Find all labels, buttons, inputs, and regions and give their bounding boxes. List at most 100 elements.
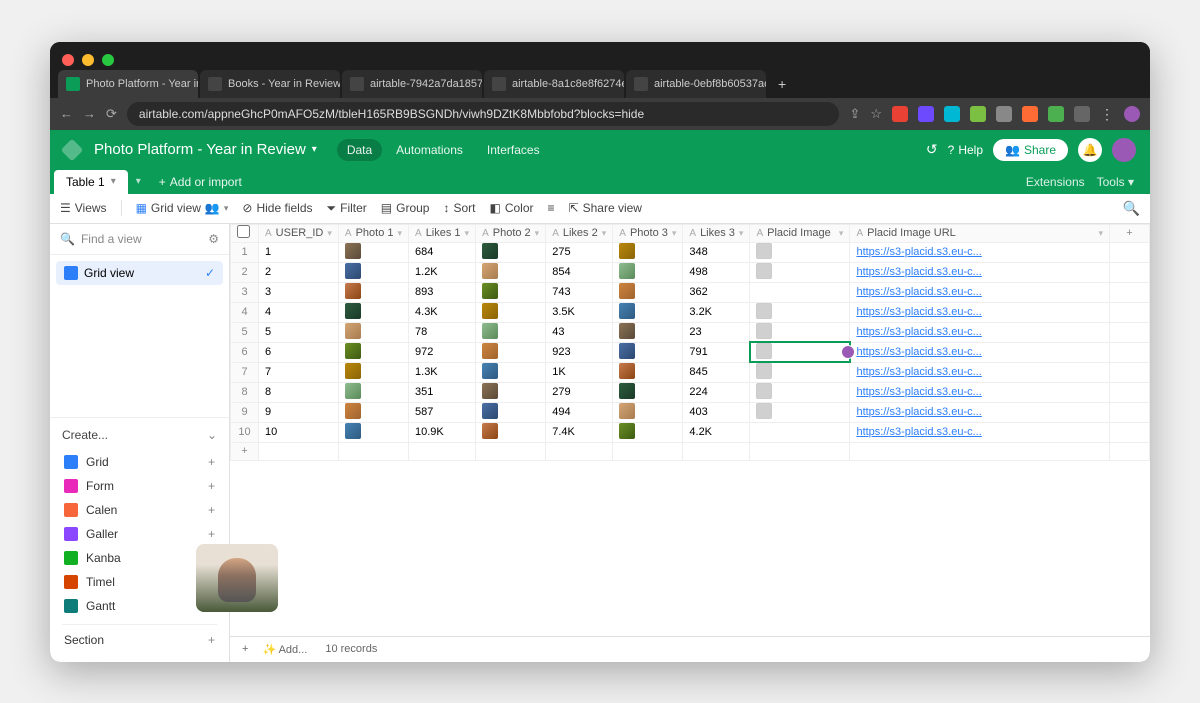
history-icon[interactable]: ↺ <box>926 141 938 158</box>
cell-photo1[interactable] <box>338 302 408 322</box>
cell-photo3[interactable] <box>613 362 683 382</box>
table-row[interactable]: 2 2 1.2K 854 498 https://s3-placid.s3.eu… <box>231 262 1150 282</box>
create-view-item[interactable]: Form+ <box>62 474 217 498</box>
cell-photo1[interactable] <box>338 362 408 382</box>
cell-photo2[interactable] <box>476 322 546 342</box>
cell-url[interactable]: https://s3-placid.s3.eu-c... <box>850 402 1110 422</box>
create-header[interactable]: Create... ⌄ <box>62 428 217 442</box>
cell-likes2[interactable]: 743 <box>546 282 613 302</box>
cell-likes2[interactable]: 275 <box>546 242 613 262</box>
cell-photo1[interactable] <box>338 342 408 362</box>
browser-tab[interactable]: airtable-0ebf8b60537ac1faf× <box>626 70 766 98</box>
cell-photo3[interactable] <box>613 282 683 302</box>
cell-likes1[interactable]: 1.3K <box>409 362 476 382</box>
cell-url[interactable]: https://s3-placid.s3.eu-c... <box>850 382 1110 402</box>
browser-tab[interactable]: airtable-8a1c8e8f6274e50ce× <box>484 70 624 98</box>
cell-likes2[interactable]: 1K <box>546 362 613 382</box>
profile-avatar[interactable] <box>1124 106 1140 122</box>
column-header[interactable]: APlacid Image▾ <box>750 224 850 242</box>
cell-photo3[interactable] <box>613 402 683 422</box>
empty-cell[interactable] <box>1110 322 1150 342</box>
browser-tab[interactable]: airtable-7942a7da1857a18f2× <box>342 70 482 98</box>
nav-data[interactable]: Data <box>337 139 382 161</box>
ext-icon[interactable] <box>1022 106 1038 122</box>
base-title[interactable]: Photo Platform - Year in Review ▾ <box>94 141 317 158</box>
create-view-item[interactable]: Galler+ <box>62 522 217 546</box>
sort-button[interactable]: ↕Sort <box>443 201 475 215</box>
table-row[interactable]: 1 1 684 275 348 https://s3-placid.s3.eu-… <box>231 242 1150 262</box>
gridview-selector[interactable]: ▦Grid view👥▾ <box>136 201 229 215</box>
column-header[interactable]: APhoto 3▾ <box>613 224 683 242</box>
cell-photo1[interactable] <box>338 242 408 262</box>
empty-cell[interactable] <box>1110 262 1150 282</box>
cell-url[interactable]: https://s3-placid.s3.eu-c... <box>850 242 1110 262</box>
empty-cell[interactable] <box>1110 302 1150 322</box>
cell-placid-image[interactable] <box>750 422 850 442</box>
cell-photo3[interactable] <box>613 422 683 442</box>
share-button[interactable]: 👥Share <box>993 139 1068 161</box>
back-icon[interactable]: ← <box>60 106 73 121</box>
cell-userid[interactable]: 5 <box>259 322 339 342</box>
empty-cell[interactable] <box>1110 282 1150 302</box>
cell-likes1[interactable]: 351 <box>409 382 476 402</box>
cell-likes2[interactable]: 923 <box>546 342 613 362</box>
cell-photo2[interactable] <box>476 262 546 282</box>
cell-likes1[interactable]: 10.9K <box>409 422 476 442</box>
reload-icon[interactable]: ⟳ <box>106 106 117 122</box>
minimize-window-icon[interactable] <box>82 54 94 66</box>
cell-photo1[interactable] <box>338 262 408 282</box>
cell-photo3[interactable] <box>613 382 683 402</box>
cell-likes1[interactable]: 4.3K <box>409 302 476 322</box>
notifications-icon[interactable]: 🔔 <box>1078 138 1102 162</box>
help-button[interactable]: ?Help <box>948 143 983 157</box>
cell-likes1[interactable]: 684 <box>409 242 476 262</box>
cell-photo3[interactable] <box>613 302 683 322</box>
color-button[interactable]: ◧Color <box>490 201 534 215</box>
column-header[interactable]: APhoto 2▾ <box>476 224 546 242</box>
cell-likes3[interactable]: 791 <box>683 342 750 362</box>
group-button[interactable]: ▤Group <box>381 201 430 215</box>
cell-url[interactable]: https://s3-placid.s3.eu-c... <box>850 422 1110 442</box>
cell-photo3[interactable] <box>613 262 683 282</box>
menu-icon[interactable]: ⋮ <box>1100 106 1114 122</box>
table-row[interactable]: 3 3 893 743 362 https://s3-placid.s3.eu-… <box>231 282 1150 302</box>
cell-likes2[interactable]: 279 <box>546 382 613 402</box>
cell-likes2[interactable]: 7.4K <box>546 422 613 442</box>
empty-cell[interactable] <box>1110 422 1150 442</box>
ext-icon[interactable] <box>918 106 934 122</box>
column-header[interactable]: APlacid Image URL▾ <box>850 224 1110 242</box>
cell-placid-image[interactable] <box>750 342 850 362</box>
cell-url[interactable]: https://s3-placid.s3.eu-c... <box>850 282 1110 302</box>
cell-userid[interactable]: 9 <box>259 402 339 422</box>
select-all-checkbox[interactable] <box>237 225 250 238</box>
cell-likes2[interactable]: 854 <box>546 262 613 282</box>
add-record-button[interactable]: + <box>242 643 248 655</box>
cell-likes1[interactable]: 893 <box>409 282 476 302</box>
hide-fields-button[interactable]: ⊘Hide fields <box>242 201 312 215</box>
table-row[interactable]: 8 8 351 279 224 https://s3-placid.s3.eu-… <box>231 382 1150 402</box>
create-view-item[interactable]: Gantt+ <box>62 594 217 618</box>
cell-url[interactable]: https://s3-placid.s3.eu-c... <box>850 302 1110 322</box>
cell-likes1[interactable]: 587 <box>409 402 476 422</box>
table-chevron-icon[interactable]: ▾ <box>128 171 149 192</box>
search-icon[interactable]: 🔍 <box>1123 200 1140 217</box>
cell-placid-image[interactable] <box>750 242 850 262</box>
cell-photo1[interactable] <box>338 282 408 302</box>
cell-userid[interactable]: 3 <box>259 282 339 302</box>
cell-photo3[interactable] <box>613 242 683 262</box>
new-tab-button[interactable]: + <box>768 70 796 98</box>
create-view-item[interactable]: Timel+ <box>62 570 217 594</box>
add-import-button[interactable]: +Add or import <box>149 170 252 194</box>
cell-placid-image[interactable] <box>750 262 850 282</box>
ext-icon[interactable] <box>996 106 1012 122</box>
empty-cell[interactable] <box>1110 362 1150 382</box>
cell-likes3[interactable]: 498 <box>683 262 750 282</box>
cell-photo1[interactable] <box>338 402 408 422</box>
share-view-button[interactable]: ⇱Share view <box>569 201 642 215</box>
ext-icon[interactable] <box>1048 106 1064 122</box>
cell-placid-image[interactable] <box>750 402 850 422</box>
cell-likes2[interactable]: 494 <box>546 402 613 422</box>
empty-cell[interactable] <box>1110 382 1150 402</box>
ext-icon[interactable] <box>892 106 908 122</box>
add-row-button[interactable]: + <box>231 442 259 460</box>
